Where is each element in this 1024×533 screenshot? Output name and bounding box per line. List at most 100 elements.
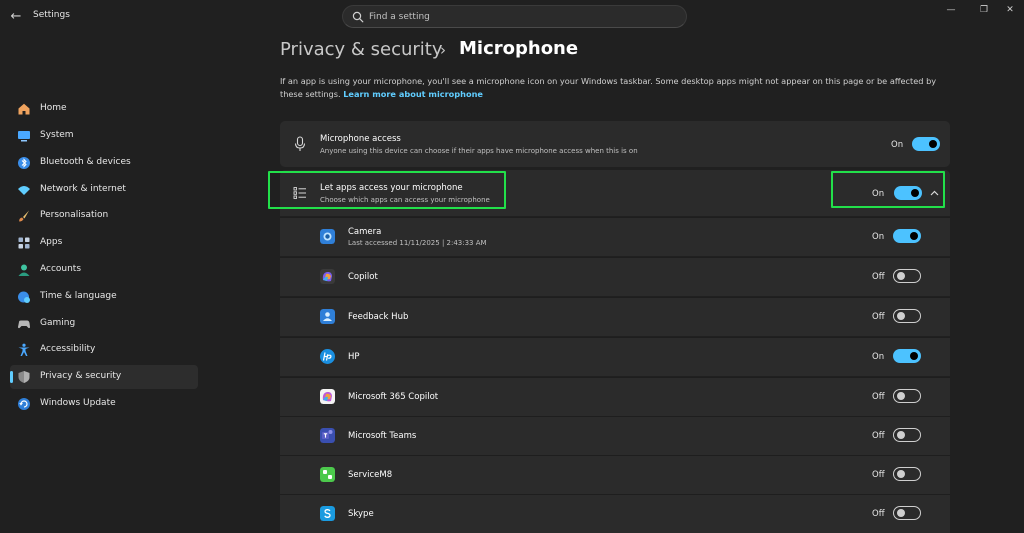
app-state: Off	[872, 431, 885, 441]
app-name: Feedback Hub	[348, 312, 409, 322]
camera-icon	[320, 229, 335, 244]
app-state: On	[872, 232, 885, 242]
copilot-toggle[interactable]	[893, 269, 921, 283]
app-name: ServiceM8	[348, 470, 393, 480]
page-description: If an app is using your microphone, you'…	[280, 75, 950, 101]
app-row-m365-copilot: Microsoft 365 Copilot Off	[280, 377, 950, 416]
sidebar-item-time-language[interactable]: Time & language	[10, 285, 198, 309]
learn-more-link[interactable]: Learn more about microphone	[343, 89, 483, 99]
highlight-let-apps-label	[268, 171, 506, 209]
app-row-servicem8: ServiceM8 Off	[280, 455, 950, 494]
sidebar-item-apps[interactable]: Apps	[10, 231, 198, 255]
brush-icon	[19, 210, 29, 222]
feedback-hub-toggle[interactable]	[893, 309, 921, 323]
microphone-access-title: Microphone access	[320, 134, 401, 144]
app-row-camera: Camera Last accessed 11/11/2025 | 2:43:3…	[280, 217, 950, 256]
minimize-button[interactable]: —	[940, 3, 962, 17]
bluetooth-icon	[18, 157, 30, 169]
sidebar-item-label: Personalisation	[40, 210, 109, 220]
globe-clock-icon	[18, 291, 30, 303]
sidebar-item-label: Windows Update	[40, 398, 116, 408]
close-button[interactable]: ✕	[999, 3, 1021, 17]
maximize-button[interactable]: ❐	[973, 3, 995, 17]
selection-indicator	[10, 371, 13, 383]
app-title: Settings	[33, 10, 70, 20]
sidebar-item-windows-update[interactable]: Windows Update	[10, 392, 198, 416]
m365-copilot-icon	[320, 389, 335, 404]
sidebar-item-gaming[interactable]: Gaming	[10, 312, 198, 336]
sidebar-item-label: Time & language	[40, 291, 117, 301]
microphone-access-toggle[interactable]	[912, 137, 940, 151]
search-icon	[352, 11, 364, 23]
skype-icon	[320, 506, 335, 521]
sidebar-item-home[interactable]: Home	[10, 97, 198, 121]
person-icon	[18, 264, 30, 276]
app-state: Off	[872, 312, 885, 322]
apps-icon	[18, 237, 30, 249]
sidebar-item-label: Network & internet	[40, 184, 126, 194]
app-state: Off	[872, 509, 885, 519]
app-name: Camera	[348, 227, 382, 237]
highlight-let-apps-toggle	[831, 171, 945, 208]
app-row-hp: HP On	[280, 337, 950, 376]
page-title: Microphone	[459, 38, 579, 59]
app-state: Off	[872, 272, 885, 282]
monitor-icon	[18, 131, 30, 142]
microsoft-teams-toggle[interactable]	[893, 428, 921, 442]
title-bar: ← Settings — ❐ ✕	[0, 0, 1024, 34]
search-box[interactable]	[342, 5, 687, 28]
app-state: Off	[872, 470, 885, 480]
search-input[interactable]	[369, 9, 669, 25]
app-name: Skype	[348, 509, 374, 519]
update-icon	[18, 398, 30, 410]
copilot-icon	[320, 269, 335, 284]
hp-toggle[interactable]	[893, 349, 921, 363]
servicem8-icon	[320, 467, 335, 482]
m365-copilot-toggle[interactable]	[893, 389, 921, 403]
accessibility-icon	[18, 343, 30, 356]
wifi-icon	[18, 186, 30, 195]
sidebar-item-privacy-security[interactable]: Privacy & security	[10, 365, 198, 389]
hp-logo-icon	[320, 349, 335, 364]
home-icon	[18, 103, 30, 115]
sidebar-item-label: System	[40, 130, 74, 140]
sidebar-item-label: Bluetooth & devices	[40, 157, 131, 167]
app-name: Copilot	[348, 272, 378, 282]
microphone-access-state: On	[891, 140, 904, 150]
app-row-copilot: Copilot Off	[280, 257, 950, 296]
skype-toggle[interactable]	[893, 506, 921, 520]
app-last-accessed: Last accessed 11/11/2025 | 2:43:33 AM	[348, 239, 487, 247]
microphone-access-subtitle: Anyone using this device can choose if t…	[320, 147, 638, 155]
back-button[interactable]: ←	[8, 9, 24, 25]
sidebar-item-label: Accessibility	[40, 344, 96, 354]
app-row-microsoft-teams: Microsoft Teams Off	[280, 416, 950, 455]
sidebar-item-accessibility[interactable]: Accessibility	[10, 338, 198, 362]
app-state: Off	[872, 392, 885, 402]
app-name: Microsoft Teams	[348, 431, 417, 441]
feedback-hub-icon	[320, 309, 335, 324]
app-row-skype: Skype Off	[280, 494, 950, 533]
app-name: Microsoft 365 Copilot	[348, 392, 439, 402]
sidebar-item-system[interactable]: System	[10, 124, 198, 148]
chevron-right-icon: ›	[440, 41, 446, 59]
microphone-icon	[294, 136, 306, 151]
sidebar-item-label: Privacy & security	[40, 371, 122, 381]
sidebar-item-bluetooth[interactable]: Bluetooth & devices	[10, 151, 198, 175]
app-name: HP	[348, 352, 360, 362]
sidebar-item-personalisation[interactable]: Personalisation	[10, 204, 198, 228]
shield-icon	[18, 371, 30, 383]
teams-icon	[320, 428, 335, 443]
servicem8-toggle[interactable]	[893, 467, 921, 481]
arrow-left-icon: ←	[10, 9, 22, 24]
sidebar-item-network[interactable]: Network & internet	[10, 178, 198, 202]
sidebar-item-accounts[interactable]: Accounts	[10, 258, 198, 282]
sidebar-item-label: Apps	[40, 237, 63, 247]
app-state: On	[872, 352, 885, 362]
camera-toggle[interactable]	[893, 229, 921, 243]
sidebar-item-label: Home	[40, 103, 67, 113]
breadcrumb-parent[interactable]: Privacy & security	[280, 39, 443, 60]
sidebar-item-label: Gaming	[40, 318, 76, 328]
gamepad-icon	[18, 320, 30, 329]
sidebar-item-label: Accounts	[40, 264, 82, 274]
microphone-access-card: Microphone access Anyone using this devi…	[280, 121, 950, 167]
